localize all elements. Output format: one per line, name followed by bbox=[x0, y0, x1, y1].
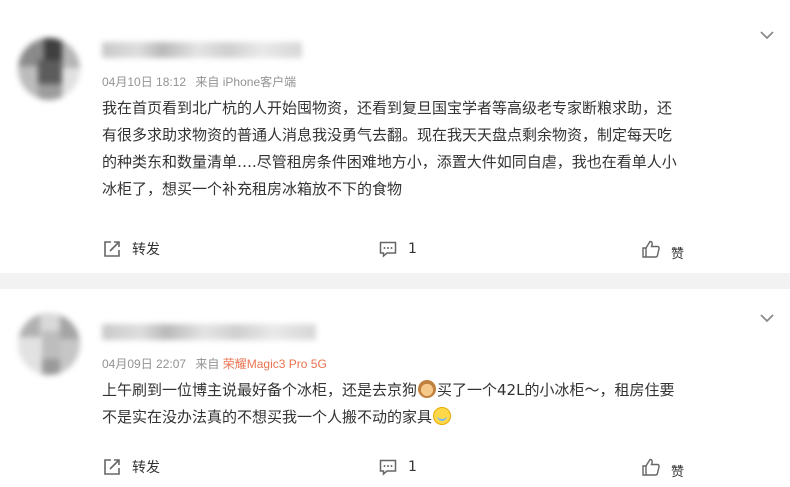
thumbs-up-icon bbox=[642, 240, 660, 258]
avatar[interactable] bbox=[18, 38, 80, 100]
comment-time: 04月09日 22:07 bbox=[102, 357, 187, 371]
device-link[interactable]: 荣耀Magic3 Pro 5G bbox=[223, 357, 327, 371]
comment-icon bbox=[379, 459, 397, 476]
thumbs-up-icon bbox=[642, 458, 660, 476]
chevron-down-icon[interactable] bbox=[760, 28, 774, 42]
repost-label: 转发 bbox=[132, 460, 160, 476]
comment-time: 04月10日 18:12 bbox=[102, 75, 187, 89]
comment-text-segment: 不是实在没办法真的不想买我一个人搬不动的家具 bbox=[102, 408, 433, 426]
comment-line: 的种类东和数量清单….尽管租房条件困难地方小，添置大件如同自虐，我也在看单人小 bbox=[102, 153, 677, 171]
comment-line: 我在首页看到北广杭的人开始囤物资，还看到复旦国宝学者等高级老专家断粮求助，还 bbox=[102, 99, 673, 117]
action-bar: 转发 1 赞 bbox=[0, 237, 790, 262]
like-button[interactable]: 赞 bbox=[641, 455, 685, 480]
comment-text-segment: 买了一个42L的小冰柜～，租房住要 bbox=[437, 381, 675, 399]
crying-face-emoji-icon bbox=[433, 407, 452, 425]
comment-count: 1 bbox=[408, 241, 417, 257]
repost-label: 转发 bbox=[132, 242, 160, 258]
username-blurred[interactable] bbox=[102, 42, 302, 58]
avatar[interactable] bbox=[18, 313, 80, 375]
comment-text: 我在首页看到北广杭的人开始囤物资，还看到复旦国宝学者等高级老专家断粮求助，还 有… bbox=[102, 95, 774, 203]
comment-button[interactable]: 1 bbox=[378, 455, 417, 479]
comment-line: 不是实在没办法真的不想买我一个人搬不动的家具 bbox=[102, 404, 774, 431]
comment-meta: 04月09日 22:07 来自 荣耀Magic3 Pro 5G bbox=[102, 355, 327, 372]
chevron-down-icon[interactable] bbox=[760, 311, 774, 325]
comment-line: 上午刷到一位博主说最好备个冰柜，还是去京狗 买了一个42L的小冰柜～，租房住要 bbox=[102, 377, 774, 404]
like-label: 赞 bbox=[671, 246, 685, 262]
source-label: 来自 bbox=[195, 357, 220, 371]
username-blurred[interactable] bbox=[102, 324, 316, 340]
comment-line: 冰柜了，想买一个补充租房冰箱放不下的食物 bbox=[102, 180, 403, 198]
repost-button[interactable]: 转发 bbox=[102, 237, 160, 261]
comment-card: 04月10日 18:12 来自 iPhone客户端 我在首页看到北广杭的人开始囤… bbox=[0, 0, 790, 273]
comment-icon bbox=[379, 241, 397, 258]
repost-icon bbox=[104, 459, 120, 475]
repost-button[interactable]: 转发 bbox=[102, 455, 160, 479]
action-bar: 转发 1 赞 bbox=[0, 455, 790, 480]
source-label: 来自 bbox=[195, 75, 220, 89]
like-label: 赞 bbox=[671, 464, 685, 480]
comment-text-segment: 上午刷到一位博主说最好备个冰柜，还是去京狗 bbox=[102, 381, 418, 399]
comment-text: 上午刷到一位博主说最好备个冰柜，还是去京狗 买了一个42L的小冰柜～，租房住要 不… bbox=[102, 377, 774, 431]
comment-count: 1 bbox=[408, 459, 417, 475]
repost-icon bbox=[104, 241, 120, 257]
like-button[interactable]: 赞 bbox=[641, 237, 685, 262]
comment-line: 有很多求助求物资的普通人消息我没勇气去翻。现在我天天盘点剩余物资，制定每天吃 bbox=[102, 126, 673, 144]
device-name: iPhone客户端 bbox=[222, 75, 297, 89]
comment-meta: 04月10日 18:12 来自 iPhone客户端 bbox=[102, 73, 296, 90]
comment-card: 04月09日 22:07 来自 荣耀Magic3 Pro 5G 上午刷到一位博主… bbox=[0, 289, 790, 487]
comment-button[interactable]: 1 bbox=[378, 237, 417, 261]
dog-emoji-icon bbox=[418, 380, 437, 398]
